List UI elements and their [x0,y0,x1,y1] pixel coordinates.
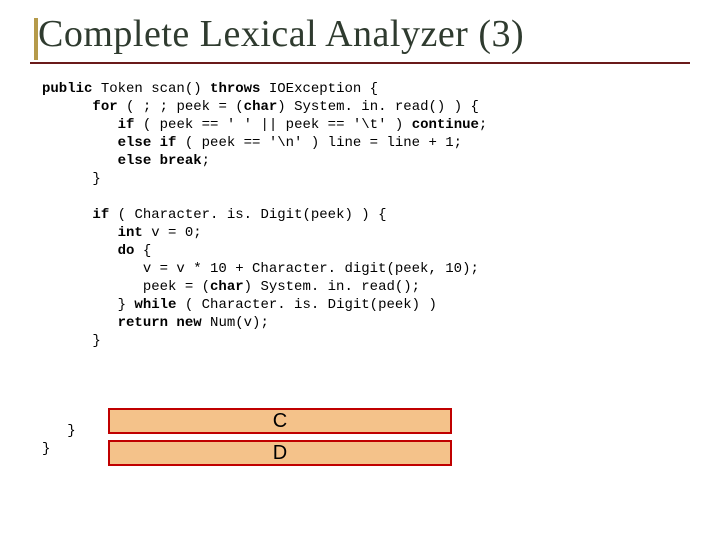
code-text: } [42,297,134,313]
placeholder-box-d: D [108,440,452,466]
code-text [42,117,118,133]
slide: Complete Lexical Analyzer (3) public Tok… [0,0,720,540]
kw-else-break: else break [118,153,202,169]
code-text [42,135,118,151]
kw-int: int [118,225,143,241]
code-text: Num(v); [202,315,269,331]
kw-if: if [118,117,135,133]
code-text: ( peek == ' ' || peek == '\t' ) [134,117,411,133]
code-text: } [42,441,50,457]
code-text: ) System. in. read(); [244,279,420,295]
code-text [42,243,118,259]
kw-while: while [134,297,176,313]
kw-throws: throws [210,81,260,97]
code-text: peek = ( [42,279,210,295]
kw-else-if: else if [118,135,177,151]
kw-if: if [92,207,109,223]
kw-public: public [42,81,92,97]
code-text: ( peek == '\n' ) line = line + 1; [176,135,462,151]
code-text: ( ; ; peek = ( [118,99,244,115]
code-text: } [42,333,101,349]
code-text: ; [202,153,210,169]
code-text: ; [479,117,487,133]
code-text: v = 0; [143,225,202,241]
kw-for: for [92,99,117,115]
code-text: ( Character. is. Digit(peek) ) [176,297,436,313]
kw-continue: continue [412,117,479,133]
code-text: } [42,171,101,187]
code-text: v = v * 10 + Character. digit(peek, 10); [42,261,479,277]
code-block: public Token scan() throws IOException {… [42,80,682,458]
code-text: IOException { [260,81,378,97]
code-text: { [134,243,151,259]
placeholder-box-c: C [108,408,452,434]
placeholder-label-d: D [273,442,287,465]
code-text: } [42,423,76,439]
title-underline [30,62,690,64]
code-text: ) System. in. read() ) { [277,99,479,115]
kw-char: char [210,279,244,295]
code-text [42,99,92,115]
placeholder-label-c: C [273,410,287,433]
kw-char: char [244,99,278,115]
code-text [42,153,118,169]
code-text: Token scan() [92,81,210,97]
code-text: ( Character. is. Digit(peek) ) { [109,207,386,223]
code-text [42,207,92,223]
code-text [42,315,118,331]
code-text [42,225,118,241]
slide-title: Complete Lexical Analyzer (3) [38,12,524,56]
kw-do: do [118,243,135,259]
kw-return-new: return new [118,315,202,331]
